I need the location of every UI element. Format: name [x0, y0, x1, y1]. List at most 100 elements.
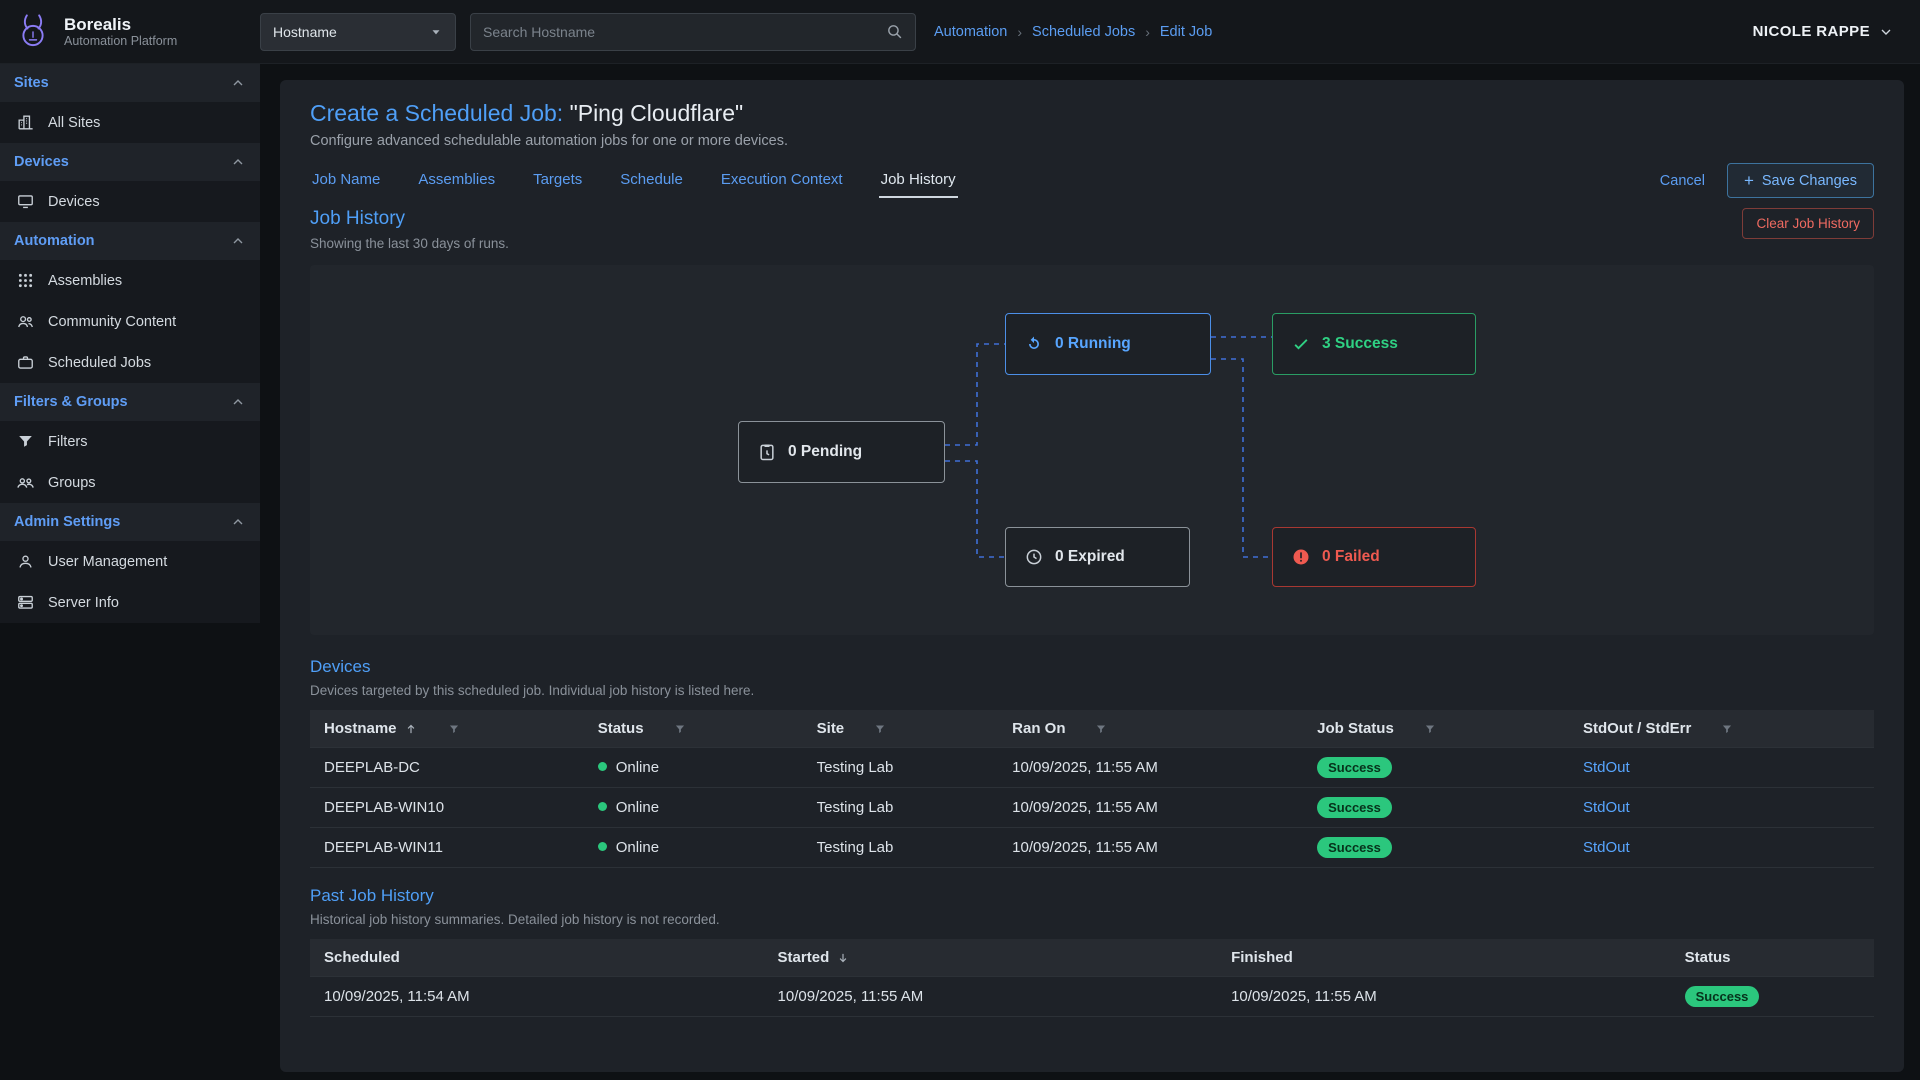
page-title: Create a Scheduled Job: "Ping Cloudflare… [310, 100, 1874, 127]
user-menu[interactable]: NICOLE RAPPE [1753, 23, 1894, 40]
stdout-cell: StdOut [1569, 788, 1874, 828]
tab-targets[interactable]: Targets [531, 163, 584, 198]
chevron-down-icon [1878, 24, 1894, 40]
filters-icon [16, 432, 35, 451]
stdout-link[interactable]: StdOut [1583, 759, 1630, 776]
job-status-cell: Success [1303, 828, 1569, 868]
hostname-cell: DEEPLAB-DC [310, 748, 584, 788]
filter-icon[interactable] [447, 722, 461, 736]
assemblies-icon [16, 271, 35, 290]
sidebar-item-scheduled-jobs[interactable]: Scheduled Jobs [0, 342, 260, 383]
col-past-status: Status [1685, 949, 1731, 966]
breadcrumb-edit-job[interactable]: Edit Job [1160, 24, 1212, 40]
status-badge: Success [1317, 797, 1392, 818]
sidebar-item-devices[interactable]: Devices [0, 181, 260, 222]
save-changes-button[interactable]: + Save Changes [1727, 163, 1874, 198]
stdout-cell: StdOut [1569, 748, 1874, 788]
search-icon[interactable] [886, 23, 903, 40]
table-row: DEEPLAB-DC Online Testing Lab 10/09/2025… [310, 748, 1874, 788]
filter-icon[interactable] [1720, 722, 1734, 736]
brand-name: Borealis [64, 15, 177, 35]
filter-icon[interactable] [873, 722, 887, 736]
running-label: 0 Running [1055, 335, 1131, 353]
stdout-link[interactable]: StdOut [1583, 799, 1630, 816]
hostname-select-value: Hostname [273, 24, 337, 40]
sidebar-section-devices[interactable]: Devices [0, 143, 260, 181]
breadcrumb-separator: › [1145, 24, 1150, 40]
breadcrumb-scheduled-jobs[interactable]: Scheduled Jobs [1032, 24, 1135, 40]
section-label: Sites [14, 75, 49, 91]
tab-schedule[interactable]: Schedule [618, 163, 685, 198]
filter-icon[interactable] [1423, 722, 1437, 736]
sort-asc-icon[interactable] [404, 722, 418, 736]
col-hostname: Hostname [324, 720, 397, 737]
sidebar-item-filters[interactable]: Filters [0, 421, 260, 462]
brand-subtitle: Automation Platform [64, 34, 177, 48]
scheduled-cell: 10/09/2025, 11:54 AM [310, 977, 764, 1017]
section-label: Filters & Groups [14, 394, 128, 410]
search-input[interactable] [483, 24, 886, 40]
devices-header-row: Hostname Status Site Ran On Job Status S… [310, 710, 1874, 748]
sidebar-section-sites[interactable]: Sites [0, 64, 260, 102]
stdout-link[interactable]: StdOut [1583, 839, 1630, 856]
sidebar-item-label: Community Content [48, 314, 176, 330]
finished-cell: 10/09/2025, 11:55 AM [1217, 977, 1671, 1017]
success-check-icon [1291, 334, 1311, 354]
status-cell: Online [584, 748, 803, 788]
breadcrumb: Automation › Scheduled Jobs › Edit Job [934, 24, 1212, 40]
tab-job-name[interactable]: Job Name [310, 163, 382, 198]
expired-clock-icon [1024, 547, 1044, 567]
sidebar-section-automation[interactable]: Automation [0, 222, 260, 260]
hostname-select[interactable]: Hostname [260, 13, 456, 51]
sidebar-item-all-sites[interactable]: All Sites [0, 102, 260, 143]
sidebar-item-user-management[interactable]: User Management [0, 541, 260, 582]
tabs-row: Job Name Assemblies Targets Schedule Exe… [310, 163, 1874, 198]
tab-execution-context[interactable]: Execution Context [719, 163, 845, 198]
edit-job-panel: Create a Scheduled Job: "Ping Cloudflare… [280, 80, 1904, 1072]
devices-icon [16, 192, 35, 211]
section-label: Automation [14, 233, 95, 249]
col-site: Site [817, 720, 845, 737]
chevron-up-icon [230, 233, 246, 249]
sidebar-item-community-content[interactable]: Community Content [0, 301, 260, 342]
running-node: 0 Running [1005, 313, 1211, 375]
groups-icon [16, 473, 35, 492]
topbar: Hostname Automation › Scheduled Jobs › E… [260, 0, 1920, 64]
online-dot-icon [598, 802, 607, 811]
devices-table: Hostname Status Site Ran On Job Status S… [310, 710, 1874, 868]
job-history-caption: Showing the last 30 days of runs. [310, 236, 509, 251]
search-hostname-box [470, 13, 916, 51]
site-cell: Testing Lab [803, 828, 999, 868]
sidebar-item-server-info[interactable]: Server Info [0, 582, 260, 623]
sidebar-section-filters-groups[interactable]: Filters & Groups [0, 383, 260, 421]
site-cell: Testing Lab [803, 748, 999, 788]
sort-desc-icon[interactable] [836, 951, 850, 965]
sidebar-item-groups[interactable]: Groups [0, 462, 260, 503]
tab-job-history[interactable]: Job History [879, 163, 958, 198]
ran-on-cell: 10/09/2025, 11:55 AM [998, 828, 1303, 868]
server-info-icon [16, 593, 35, 612]
past-job-history-heading: Past Job History [310, 886, 1874, 906]
col-finished: Finished [1231, 949, 1293, 966]
sidebar-item-assemblies[interactable]: Assemblies [0, 260, 260, 301]
devices-heading: Devices [310, 657, 1874, 677]
clear-job-history-button[interactable]: Clear Job History [1742, 208, 1874, 239]
col-ran-on: Ran On [1012, 720, 1065, 737]
filter-icon[interactable] [673, 722, 687, 736]
cancel-button[interactable]: Cancel [1660, 173, 1705, 189]
sidebar-section-admin-settings[interactable]: Admin Settings [0, 503, 260, 541]
table-row: DEEPLAB-WIN10 Online Testing Lab 10/09/2… [310, 788, 1874, 828]
failed-label: 0 Failed [1322, 548, 1380, 566]
past-job-history-caption: Historical job history summaries. Detail… [310, 912, 1874, 927]
save-changes-label: Save Changes [1762, 173, 1857, 189]
plus-icon: + [1744, 172, 1754, 189]
all-sites-icon [16, 113, 35, 132]
status-badge: Success [1685, 986, 1760, 1007]
pending-icon [757, 442, 777, 462]
filter-icon[interactable] [1094, 722, 1108, 736]
breadcrumb-automation[interactable]: Automation [934, 24, 1007, 40]
failed-node: 0 Failed [1272, 527, 1476, 587]
success-node: 3 Success [1272, 313, 1476, 375]
chevron-up-icon [230, 514, 246, 530]
tab-assemblies[interactable]: Assemblies [416, 163, 497, 198]
